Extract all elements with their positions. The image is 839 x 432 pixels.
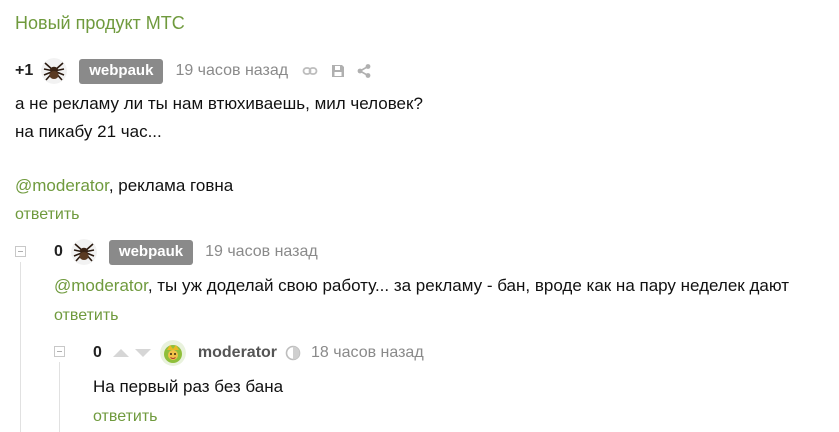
thread-line[interactable] — [20, 262, 21, 432]
link-icon[interactable] — [302, 63, 318, 79]
reply-link[interactable]: ответить — [93, 408, 158, 426]
comment-text: , ты уж доделай свою работу... за реклам… — [147, 276, 789, 295]
reply-link[interactable]: ответить — [15, 206, 80, 224]
comment-text-line: @moderator, ты уж доделай свою работу...… — [54, 272, 789, 300]
comment-time[interactable]: 19 часов назад — [175, 62, 288, 80]
moderator-avatar-icon — [159, 340, 186, 366]
avatar[interactable] — [159, 340, 186, 366]
comment-text-line: На первый раз без бана — [93, 377, 284, 396]
comment-header: 0 moderator 18 часов назад — [93, 340, 424, 366]
collapse-thread-button[interactable] — [54, 346, 65, 357]
spider-avatar-icon — [70, 239, 97, 265]
comment-rating: 0 — [54, 243, 63, 260]
comment-text: , реклама говна — [108, 176, 234, 195]
comment-text-line: а не рекламу ли ты нам втюхиваешь, мил ч… — [15, 94, 423, 113]
author-name[interactable]: webpauk — [108, 239, 194, 265]
save-icon[interactable] — [330, 63, 346, 79]
avatar[interactable] — [41, 58, 68, 84]
spider-avatar-icon — [41, 58, 68, 84]
vote-down-icon[interactable] — [134, 345, 152, 361]
comment-header: 0 webpauk 19 часов назад — [54, 239, 318, 265]
comment-rating: +1 — [15, 62, 34, 79]
comment-text-line: на пикабу 21 час... — [15, 122, 162, 141]
vote-up-icon[interactable] — [112, 345, 130, 361]
mention-link[interactable]: @moderator — [54, 276, 148, 295]
comment-rating: 0 — [93, 344, 102, 361]
mention-link[interactable]: @moderator — [15, 176, 109, 195]
comment-time[interactable]: 19 часов назад — [205, 243, 318, 261]
author-name[interactable]: webpauk — [79, 58, 164, 84]
collapse-thread-button[interactable] — [15, 246, 26, 257]
thread-line[interactable] — [59, 362, 60, 432]
post-title[interactable]: Новый продукт МТС — [15, 13, 185, 34]
comment-text-line: @moderator, реклама говна — [15, 172, 233, 200]
comment-time[interactable]: 18 часов назад — [311, 344, 424, 362]
share-icon[interactable] — [356, 63, 372, 79]
author-name[interactable]: moderator — [198, 344, 277, 362]
avatar[interactable] — [70, 239, 97, 265]
reply-link[interactable]: ответить — [54, 307, 119, 325]
comment-header: +1 webpauk 19 часов назад — [15, 58, 372, 84]
moderator-badge-icon — [285, 345, 301, 361]
